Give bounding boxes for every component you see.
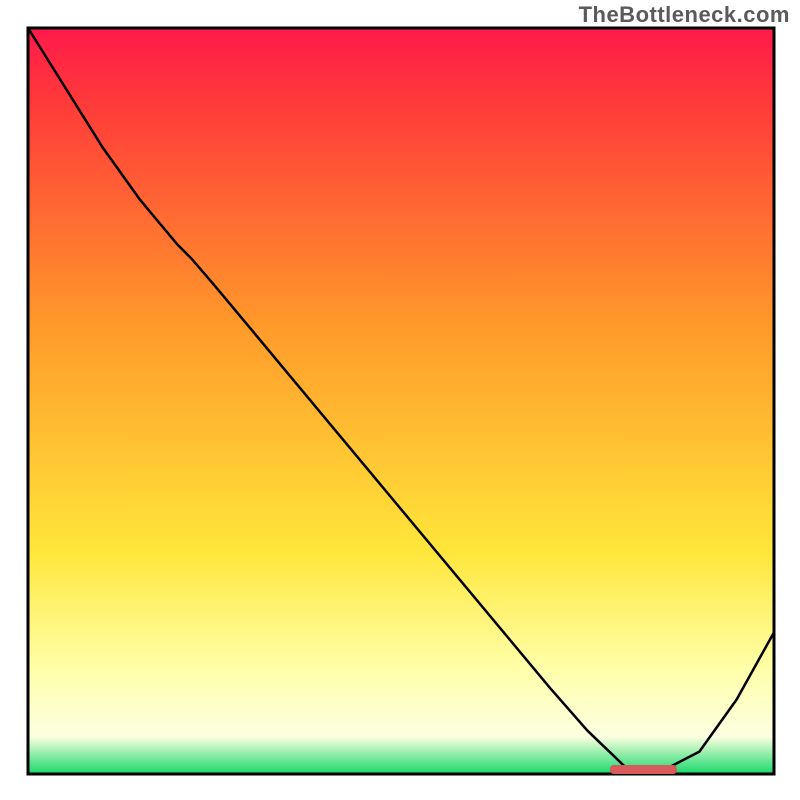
chart-container: { "watermark": "TheBottleneck.com", "col… xyxy=(0,0,800,800)
optimum-marker xyxy=(610,765,677,774)
plot-background xyxy=(28,28,774,774)
bottleneck-chart xyxy=(0,0,800,800)
